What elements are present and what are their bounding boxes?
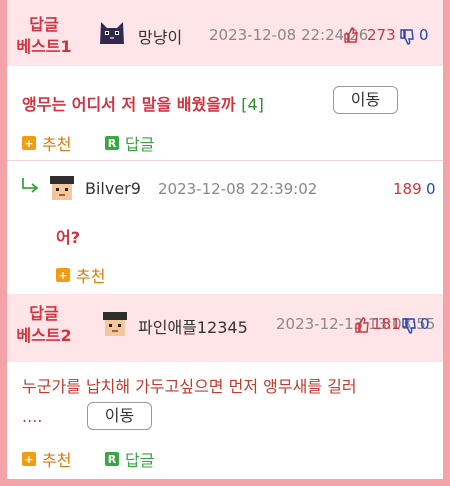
reply-label: 답글 bbox=[125, 135, 155, 154]
divider bbox=[7, 160, 443, 161]
comment-text: 앵무는 어디서 저 말을 배웠을까 bbox=[22, 95, 236, 114]
best-label: 답글 베스트2 bbox=[14, 303, 74, 347]
plus-badge-icon: + bbox=[22, 136, 36, 150]
move-button[interactable]: 이동 bbox=[333, 86, 398, 114]
best-label-line2: 베스트1 bbox=[16, 37, 72, 56]
reply-button[interactable]: R 답글 bbox=[105, 447, 154, 471]
upvote-count: 181 bbox=[372, 315, 401, 333]
thumbs-up-icon[interactable] bbox=[344, 27, 358, 43]
recommend-button[interactable]: + 추천 bbox=[22, 447, 71, 471]
plus-badge-icon: + bbox=[56, 268, 70, 282]
downvote-count: 0 bbox=[420, 315, 430, 333]
downvote-count: 0 bbox=[426, 180, 436, 198]
reply-button[interactable]: R 답글 bbox=[105, 131, 154, 155]
recommend-label: 추천 bbox=[42, 451, 72, 470]
thumbs-down-icon[interactable] bbox=[400, 29, 414, 45]
post-date: 2023-12-08 22:39:02 bbox=[158, 180, 318, 198]
comment-content: 어? bbox=[56, 228, 81, 247]
reply-arrow-icon bbox=[22, 178, 39, 193]
author-nickname[interactable]: Bilver9 bbox=[85, 179, 141, 198]
recommend-label: 추천 bbox=[76, 267, 106, 286]
reply-count: [4] bbox=[241, 95, 264, 114]
cat-avatar-icon[interactable] bbox=[97, 18, 127, 48]
comment-text-line2: .... bbox=[22, 407, 43, 426]
page-frame-bottom bbox=[0, 479, 450, 486]
r-badge-icon: R bbox=[105, 136, 119, 150]
best-label-line2: 베스트2 bbox=[16, 326, 72, 345]
thumbs-down-icon[interactable] bbox=[402, 318, 416, 334]
upvote-count: 189 bbox=[393, 180, 422, 198]
pixel-face-avatar-icon[interactable] bbox=[47, 173, 77, 203]
reply-label: 답글 bbox=[125, 451, 155, 470]
upvote-count: 273 bbox=[367, 26, 396, 44]
plus-badge-icon: + bbox=[22, 452, 36, 466]
best-label-line1: 답글 bbox=[29, 15, 59, 34]
author-nickname[interactable]: 망냥이 bbox=[138, 24, 182, 48]
recommend-label: 추천 bbox=[42, 135, 72, 154]
downvote-count: 0 bbox=[419, 26, 429, 44]
comment-content: 앵무는 어디서 저 말을 배웠을까 [4] bbox=[22, 91, 264, 115]
thumbs-up-icon[interactable] bbox=[355, 317, 369, 333]
comment-text-line1: 누군가를 납치해 가두고싶으면 먼저 앵무새를 길러 bbox=[22, 377, 357, 396]
best-label: 답글 베스트1 bbox=[14, 14, 74, 58]
pixel-face-avatar-icon[interactable] bbox=[100, 309, 130, 339]
author-nickname[interactable]: 파인애플12345 bbox=[138, 314, 248, 338]
comment-content: 누군가를 납치해 가두고싶으면 먼저 앵무새를 길러 .... bbox=[22, 372, 357, 432]
recommend-button[interactable]: + 추천 bbox=[22, 131, 71, 155]
recommend-button[interactable]: + 추천 bbox=[56, 263, 105, 287]
best-label-line1: 답글 bbox=[29, 304, 59, 323]
move-button[interactable]: 이동 bbox=[87, 402, 152, 430]
r-badge-icon: R bbox=[105, 452, 119, 466]
